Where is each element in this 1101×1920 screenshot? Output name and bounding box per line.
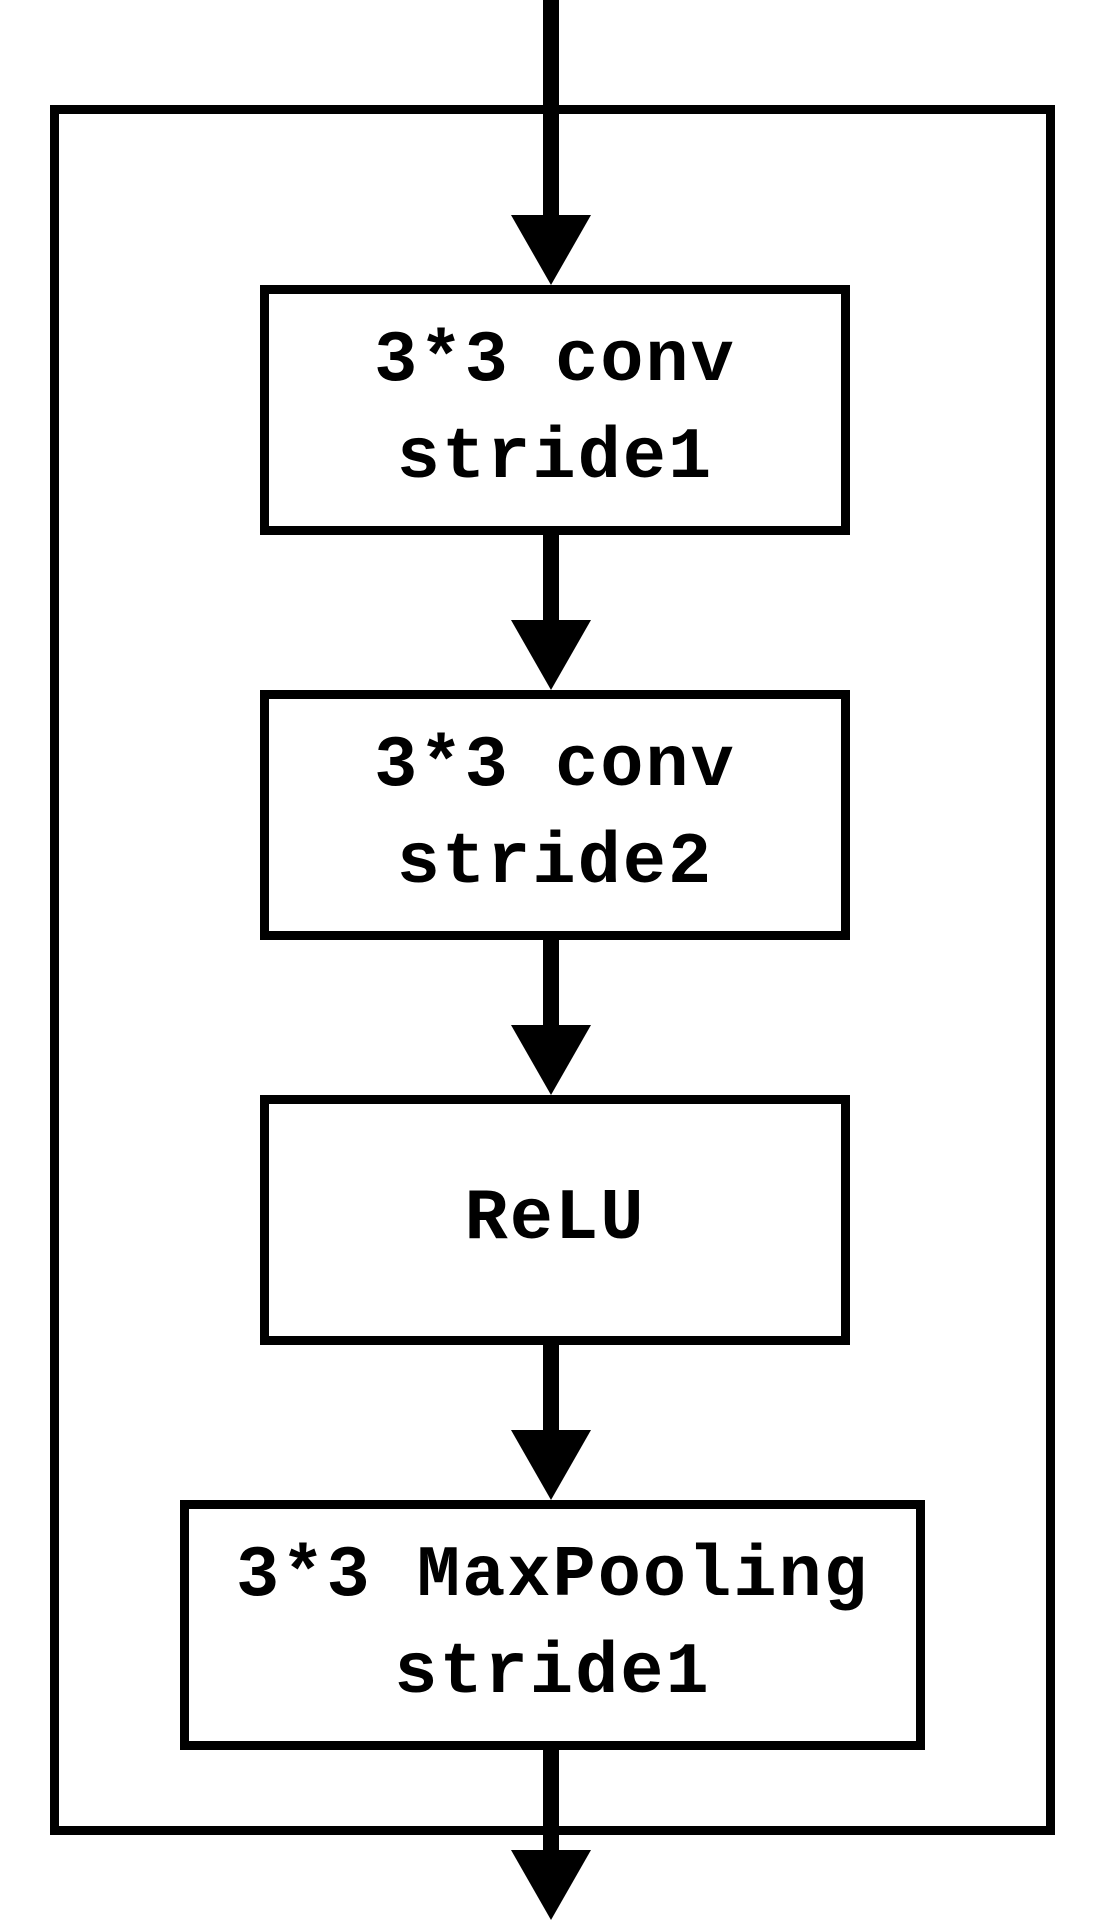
block-conv2: 3*3 conv stride2 xyxy=(260,690,850,940)
block-conv1-line2: stride1 xyxy=(397,410,713,507)
block-conv1-line1: 3*3 conv xyxy=(374,313,736,410)
block-relu: ReLU xyxy=(260,1095,850,1345)
block-maxpool-line2: stride1 xyxy=(394,1625,710,1722)
block-conv2-line1: 3*3 conv xyxy=(374,718,736,815)
block-conv1: 3*3 conv stride1 xyxy=(260,285,850,535)
block-conv2-line2: stride2 xyxy=(397,815,713,912)
block-relu-line1: ReLU xyxy=(465,1171,646,1268)
block-maxpool: 3*3 MaxPooling stride1 xyxy=(180,1500,925,1750)
block-maxpool-line1: 3*3 MaxPooling xyxy=(236,1528,869,1625)
